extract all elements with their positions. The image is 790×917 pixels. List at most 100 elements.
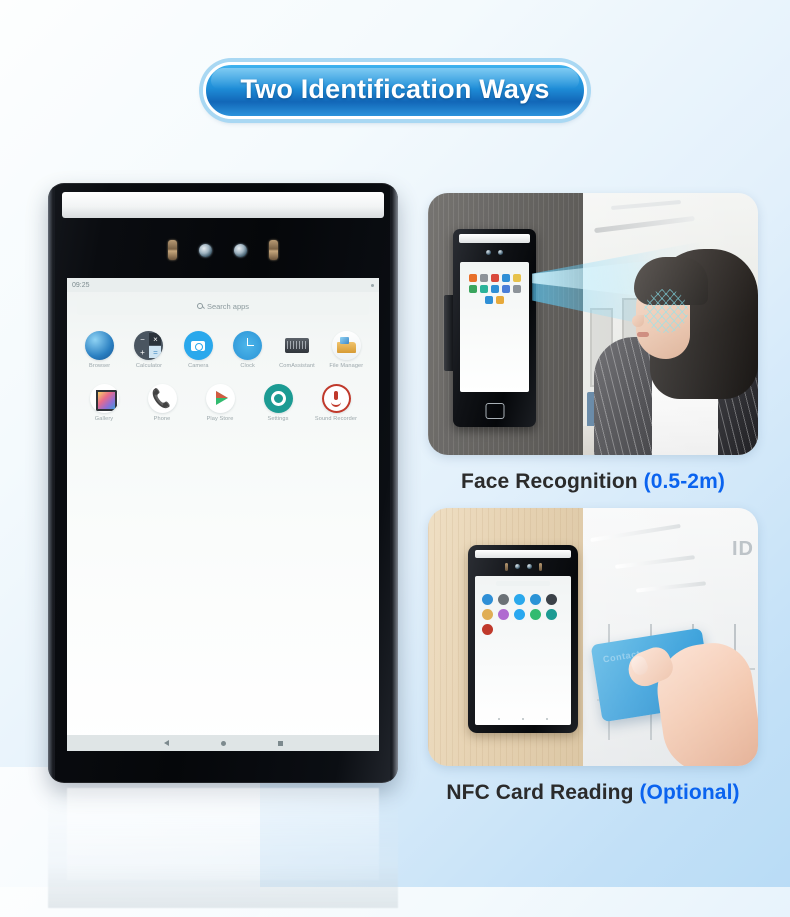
sensor-array	[48, 237, 398, 263]
camera-lens-right-icon	[526, 564, 532, 569]
photo-face-recognition	[428, 193, 758, 455]
app-phone[interactable]: 📞 Phone	[139, 383, 185, 423]
home-icon	[485, 403, 504, 419]
app-label: Camera	[188, 363, 209, 369]
lips	[637, 332, 649, 337]
comassistant-icon	[284, 338, 309, 353]
app-label: Clock	[240, 363, 255, 369]
caption-text: NFC Card Reading	[446, 781, 634, 804]
caption-highlight: (Optional)	[639, 781, 740, 804]
status-indicator-icon	[371, 283, 374, 287]
back-icon[interactable]	[163, 740, 169, 746]
file-manager-icon	[331, 331, 361, 360]
camera-lens-left-icon	[199, 243, 212, 257]
product-tablet: 09:25 Search apps Browser − × + = Calcul…	[48, 183, 398, 908]
terminal-app-grid	[475, 586, 571, 635]
back-icon	[498, 718, 500, 720]
app-settings[interactable]: Settings	[255, 383, 301, 423]
app-browser[interactable]: Browser	[77, 331, 123, 370]
app-label: Browser	[89, 363, 111, 369]
terminal-screen	[460, 262, 529, 392]
camera-lens-left-icon	[486, 250, 491, 255]
ir-led-left-icon	[504, 562, 508, 571]
navigation-bar	[475, 716, 571, 722]
mounting-bracket	[444, 295, 453, 371]
wall-mounted-terminal	[468, 545, 578, 733]
app-comassistant[interactable]: ComAssistant	[274, 331, 320, 370]
app-clock[interactable]: Clock	[225, 331, 271, 370]
app-label: Sound Recorder	[314, 415, 358, 422]
sensor-array	[468, 562, 578, 571]
camera-lens-left-icon	[514, 564, 520, 569]
sensor-array	[453, 248, 536, 257]
browser-icon	[85, 331, 115, 360]
app-label: ComAssistant	[279, 363, 315, 369]
app-play-store[interactable]: Play Store	[197, 383, 243, 423]
nose	[632, 315, 644, 327]
led-fill-light	[459, 234, 530, 243]
search-input[interactable]: Search apps	[77, 297, 369, 315]
app-label: Play Store	[206, 415, 234, 422]
wall-signage-text: ID	[732, 538, 754, 560]
terminal-app-grid	[460, 262, 529, 304]
person-being-scanned	[592, 223, 758, 455]
wall-mounted-terminal	[444, 229, 536, 427]
play-store-icon	[205, 383, 235, 413]
tablet-body: 09:25 Search apps Browser − × + = Calcul…	[48, 183, 398, 783]
gallery-icon	[89, 383, 119, 413]
app-row-2: Gallery 📞 Phone Play Store Settings Soun…	[75, 383, 371, 423]
camera-icon	[183, 331, 213, 360]
app-camera[interactable]: Camera	[175, 331, 221, 370]
app-file-manager[interactable]: File Manager	[323, 331, 369, 370]
app-gallery[interactable]: Gallery	[81, 383, 127, 423]
status-bar: 09:25	[67, 278, 379, 292]
status-time: 09:25	[72, 281, 90, 289]
app-label: Phone	[153, 415, 171, 422]
banner: Two Identification Ways	[0, 62, 790, 120]
app-grid: Browser − × + = Calculator Camera Clock …	[67, 315, 379, 422]
ir-led-right-icon	[269, 240, 278, 260]
phone-icon: 📞	[147, 383, 177, 413]
banner-title: Two Identification Ways	[203, 62, 587, 120]
ceiling-light-icon	[611, 200, 682, 211]
app-label: Calculator	[135, 363, 163, 369]
calc-plus: +	[140, 347, 145, 357]
calc-equals: =	[149, 346, 162, 358]
ir-led-left-icon	[168, 240, 177, 260]
search-icon	[196, 303, 203, 309]
calc-minus: −	[140, 334, 145, 344]
app-label: File Manager	[329, 363, 364, 369]
recents-icon[interactable]	[277, 740, 283, 746]
camera-lens-right-icon	[498, 250, 503, 255]
comassistant-icon-wrap	[282, 331, 311, 360]
app-label: Gallery	[94, 415, 114, 422]
navigation-bar	[67, 735, 379, 751]
tablet-screen: 09:25 Search apps Browser − × + = Calcul…	[67, 278, 379, 751]
tablet-reflection	[48, 788, 398, 908]
hand-holding-card	[623, 622, 758, 766]
search-placeholder: Search apps	[206, 301, 250, 311]
app-calculator[interactable]: − × + = Calculator	[126, 331, 172, 370]
ceiling-light-icon	[635, 581, 706, 594]
home-icon[interactable]	[220, 740, 226, 746]
caption-face-recognition: Face Recognition (0.5-2m)	[428, 470, 758, 494]
face-scan-mesh	[644, 289, 688, 333]
clock-icon	[233, 331, 263, 360]
recents-icon	[546, 718, 548, 720]
calc-times: ×	[149, 333, 162, 345]
home-icon	[522, 718, 524, 720]
ceiling-light-icon	[614, 554, 695, 569]
settings-icon	[263, 383, 293, 413]
camera-lens-right-icon	[234, 243, 247, 257]
app-row-1: Browser − × + = Calculator Camera Clock …	[75, 331, 371, 370]
app-label: Settings	[267, 415, 289, 422]
calculator-icon: − × + =	[134, 331, 164, 360]
ceiling-light-icon	[590, 524, 681, 543]
led-fill-light	[475, 550, 571, 558]
caption-nfc-card-reading: NFC Card Reading (Optional)	[428, 781, 758, 805]
phone-glyph: 📞	[150, 387, 174, 409]
led-fill-light	[62, 192, 384, 218]
sound-recorder-icon	[321, 383, 351, 413]
ir-led-right-icon	[538, 562, 542, 571]
app-sound-recorder[interactable]: Sound Recorder	[313, 383, 359, 423]
